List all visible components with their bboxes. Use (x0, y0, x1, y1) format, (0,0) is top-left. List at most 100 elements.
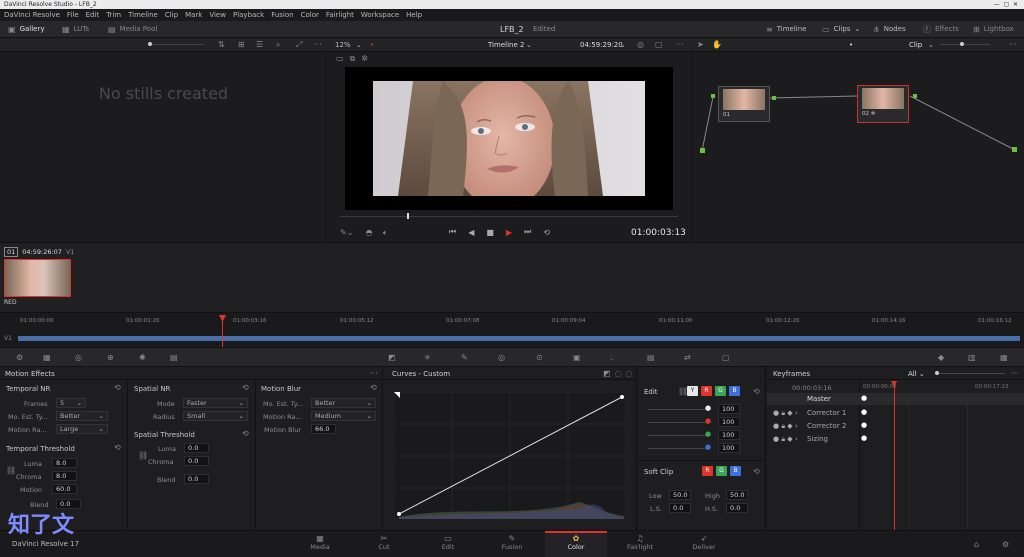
keyframes-icon[interactable]: ◆ (938, 353, 944, 362)
reset-icon[interactable]: ⟲ (114, 383, 121, 392)
motion-range-dropdown[interactable]: Large ⌄ (56, 424, 108, 434)
curve-mode-icon[interactable]: ◌ (626, 369, 633, 378)
high-input[interactable]: 50.0 (726, 490, 748, 500)
color-icon[interactable]: ◎ (637, 38, 644, 52)
search-icon[interactable]: ⌕ (276, 38, 280, 52)
stop-icon[interactable]: ■ (486, 228, 494, 237)
page-deliver[interactable]: ➶ Deliver (673, 531, 735, 557)
r-value[interactable]: 100 (718, 417, 740, 427)
lightbox-toggle[interactable]: ⊞ Lightbox (973, 21, 1014, 38)
corrector-2-track[interactable]: ● 🔒︎ ◆ › Corrector 2 (767, 420, 859, 432)
highlight-icon[interactable]: ▢ (655, 38, 663, 52)
ls-input[interactable]: 0.0 (669, 503, 691, 513)
menu-item-davinci[interactable]: DaVinci Resolve (4, 9, 60, 21)
luts-toggle[interactable]: ▦ LUTs (62, 21, 89, 38)
g-value[interactable]: 100 (718, 430, 740, 440)
menu-item-mark[interactable]: Mark (185, 9, 202, 21)
y-slider[interactable] (648, 409, 706, 410)
menu-item-workspace[interactable]: Workspace (361, 9, 399, 21)
gallery-zoom-slider[interactable] (148, 42, 205, 46)
track-controls[interactable]: ● 🔒︎ ◆ › (773, 409, 798, 418)
luma-input[interactable]: 8.0 (52, 458, 77, 468)
menu-item-color[interactable]: Color (301, 9, 319, 21)
timeline-toggle[interactable]: ≡ Timeline (766, 21, 806, 38)
corrector-1-track[interactable]: ● 🔒︎ ◆ › Corrector 1 (767, 407, 859, 419)
reset-icon[interactable]: ⟲ (753, 387, 760, 396)
menu-item-file[interactable]: File (67, 9, 79, 21)
gallery-toggle[interactable]: ▣ Gallery (8, 21, 45, 38)
node-output-connector[interactable] (913, 94, 917, 98)
menu-item-trim[interactable]: Trim (106, 9, 121, 21)
loop-icon[interactable]: ⟲ (543, 228, 550, 237)
speaker-icon[interactable]: 🔈︎ (383, 228, 388, 237)
motion-range-dropdown[interactable]: Medium ⌄ (311, 411, 376, 421)
b-value[interactable]: 100 (718, 443, 740, 453)
clips-toggle[interactable]: ▭ Clips ⌄ (822, 21, 860, 38)
master-track[interactable]: Master ● (767, 393, 1024, 405)
timeline-selector[interactable]: Timeline 2 (488, 38, 524, 52)
page-fusion[interactable]: ✎ Fusion (481, 531, 543, 557)
more-icon[interactable]: ··· (370, 369, 378, 378)
more-icon[interactable]: ··· (1011, 369, 1019, 378)
sizing-icon[interactable]: ⇄ (684, 353, 691, 362)
frames-dropdown[interactable]: 5 ⌄ (56, 398, 86, 408)
link-icon[interactable]: ⛓︎ (6, 466, 16, 475)
more-icon[interactable]: ··· (1009, 38, 1017, 52)
reset-icon[interactable]: ⟲ (114, 443, 121, 452)
mask-icon[interactable]: ◓ (366, 228, 373, 237)
effects-overlay-icon[interactable]: ✲ (361, 54, 368, 64)
chroma-input[interactable]: 8.0 (52, 471, 77, 481)
node-02[interactable]: 02 ✲ (857, 85, 909, 123)
gang-icon[interactable]: • (370, 38, 374, 52)
nodes-toggle[interactable]: ⋔ Nodes (873, 21, 906, 38)
color-warper-icon[interactable]: ✳ (424, 353, 431, 362)
curve-mode-icon[interactable]: ◌ (615, 369, 622, 378)
keyframe-dot[interactable]: ● (861, 421, 867, 429)
keyframe-dot[interactable]: ● (861, 434, 867, 442)
keyframe-dot[interactable]: ● (861, 408, 867, 416)
channel-b-toggle[interactable]: B (729, 386, 740, 396)
key-icon[interactable]: ▤ (647, 353, 655, 362)
node-input-connector[interactable] (711, 94, 715, 98)
slider-handle[interactable] (148, 42, 152, 46)
color-match-icon[interactable]: ▦ (43, 353, 51, 362)
sizing-track[interactable]: ● 🔒︎ ◆ › Sizing (767, 433, 859, 445)
luma-input[interactable]: 0.0 (184, 443, 209, 453)
hdr-icon[interactable]: ▤ (170, 353, 178, 362)
timeline-clip-bar[interactable] (18, 336, 1020, 341)
slider-handle[interactable] (935, 371, 939, 375)
input-node-connector[interactable] (700, 148, 705, 153)
color-wheels-icon[interactable]: ◎ (75, 353, 82, 362)
mode-dropdown[interactable]: Faster ⌄ (183, 398, 248, 408)
3d-icon[interactable]: ▢ (722, 353, 730, 362)
menu-item-view[interactable]: View (209, 9, 226, 21)
motion-input[interactable]: 60.0 (52, 484, 77, 494)
scrubber-playhead[interactable] (407, 213, 409, 219)
hs-input[interactable]: 0.0 (726, 503, 748, 513)
viewer-mode-icon[interactable]: ▭ (336, 54, 344, 64)
chevron-down-icon[interactable]: ⌄ (620, 38, 626, 52)
keyframe-zoom-slider[interactable] (935, 371, 1005, 375)
channel-y-toggle[interactable]: Y (687, 386, 698, 396)
effects-toggle[interactable]: ⓕ Effects (923, 21, 959, 38)
node-zoom-slider[interactable] (940, 42, 990, 46)
reset-icon[interactable]: ⟲ (242, 383, 249, 392)
motion-blur-input[interactable]: 66.0 (311, 424, 336, 434)
more-icon[interactable]: ··· (314, 38, 322, 52)
menu-item-timeline[interactable]: Timeline (128, 9, 158, 21)
list-view-icon[interactable]: ☰ (256, 38, 263, 52)
page-media[interactable]: ▦ Media (289, 531, 351, 557)
chevron-down-icon[interactable]: ⌄ (928, 38, 934, 52)
reset-icon[interactable]: ⟲ (242, 429, 249, 438)
home-icon[interactable]: ⌂ (974, 540, 979, 549)
viewer-scrubber[interactable] (340, 213, 678, 219)
node-output-connector[interactable] (772, 96, 776, 100)
window-icon[interactable]: ◎ (498, 353, 505, 362)
rgb-mixer-icon[interactable]: ⊕ (107, 353, 114, 362)
camera-raw-icon[interactable]: ⚙ (16, 353, 23, 362)
radius-dropdown[interactable]: Small ⌄ (183, 411, 248, 421)
motion-effects-icon[interactable]: ✺ (139, 353, 146, 362)
menu-item-fairlight[interactable]: Fairlight (326, 9, 354, 21)
tracker-icon[interactable]: ⊙ (536, 353, 543, 362)
window-controls[interactable]: — ▢ ✕ (994, 0, 1018, 9)
